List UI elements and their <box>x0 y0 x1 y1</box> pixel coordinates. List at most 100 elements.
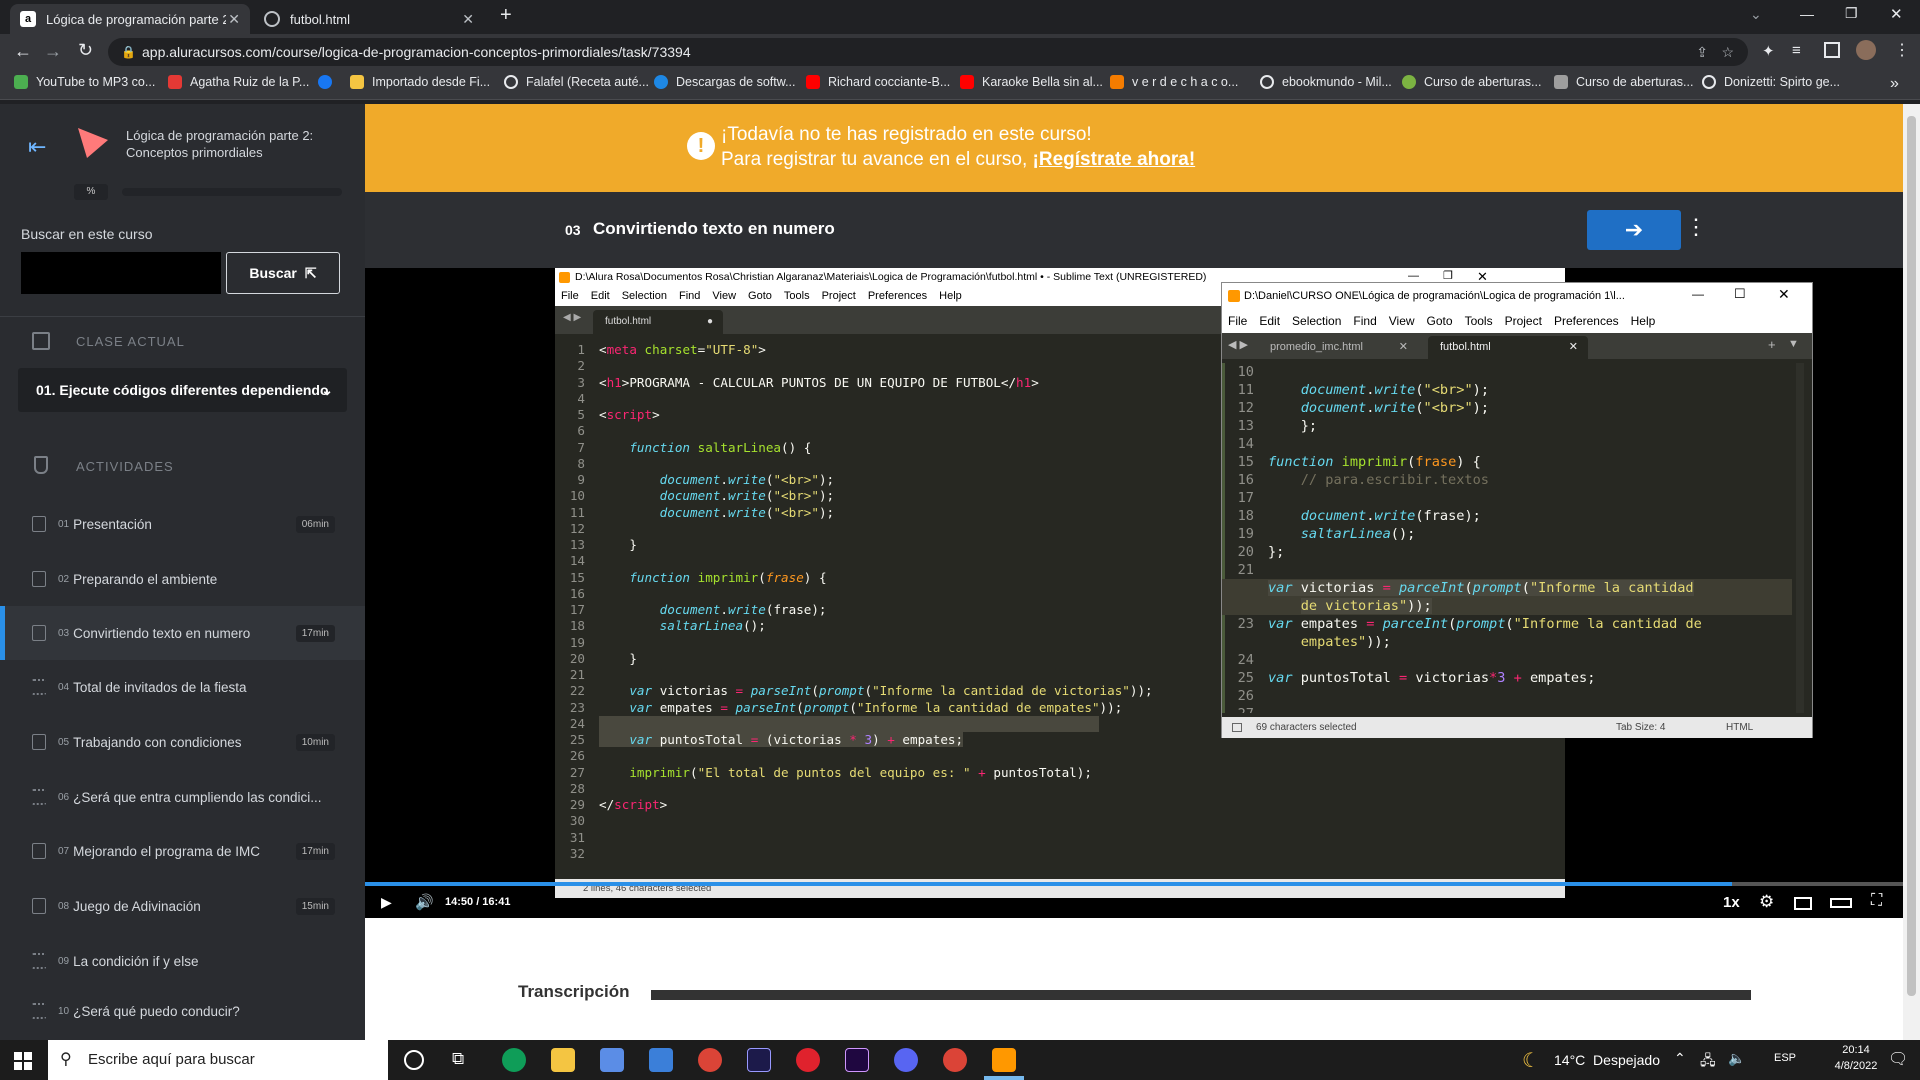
bookmark-item[interactable]: Curso de aberturas... <box>1554 75 1693 89</box>
menu-item[interactable]: Preferences <box>1554 309 1619 333</box>
taskbar-search-input[interactable]: ⚲ Escribe aquí para buscar <box>48 1040 388 1080</box>
cortana-icon[interactable] <box>404 1050 424 1070</box>
menu-item[interactable]: Help <box>1631 309 1656 333</box>
play-icon[interactable]: ▶ <box>381 894 392 911</box>
menu-item[interactable]: View <box>712 287 736 306</box>
weather-text[interactable]: 14°C Despejado <box>1554 1052 1660 1068</box>
chrome-icon[interactable] <box>698 1048 722 1072</box>
fullscreen-icon[interactable]: ⛶ <box>1871 892 1882 910</box>
editor-tab-active[interactable]: futbol.html ✕ <box>1428 336 1588 359</box>
volume-icon[interactable]: 🔊 <box>415 893 434 911</box>
bookmark-item[interactable]: Descargas de softw... <box>654 75 796 89</box>
windows-start-icon[interactable] <box>14 1052 32 1070</box>
menu-item[interactable]: Goto <box>1427 309 1453 333</box>
video-player[interactable]: D:\Alura Rosa\Documentos Rosa\Christian … <box>365 268 1903 918</box>
more-bookmarks-icon[interactable]: » <box>1890 75 1899 93</box>
menu-item[interactable]: Edit <box>591 287 610 306</box>
page-scrollbar[interactable] <box>1903 104 1920 1040</box>
after-effects-icon[interactable] <box>845 1048 869 1072</box>
bookmark-item[interactable]: ebookmundo - Mil... <box>1260 75 1392 89</box>
theater-mode-icon[interactable] <box>1830 898 1852 908</box>
restore-icon[interactable]: ❐ <box>1443 269 1453 282</box>
menu-item[interactable]: Find <box>679 287 700 306</box>
menu-item[interactable]: Project <box>1505 309 1542 333</box>
menu-item[interactable]: Project <box>822 287 856 306</box>
bookmark-item[interactable]: YouTube to MP3 co... <box>14 75 155 89</box>
maximize-icon[interactable]: ☐ <box>1734 286 1746 302</box>
picture-in-picture-icon[interactable] <box>1794 897 1812 910</box>
bookmark-item[interactable]: Karaoke Bella sin al... <box>960 75 1103 89</box>
bookmark-item[interactable] <box>318 75 340 89</box>
next-lesson-button[interactable]: ➔ <box>1587 210 1681 250</box>
sublime-text-icon[interactable] <box>992 1048 1016 1072</box>
code-area-2[interactable]: 10111213141516171819202122 23 2425262728… <box>1222 363 1792 713</box>
menu-item[interactable]: Selection <box>1292 309 1341 333</box>
new-tab-icon[interactable]: + <box>1768 337 1776 352</box>
close-tab-icon[interactable]: ✕ <box>1399 336 1408 359</box>
network-icon[interactable]: 🖧 <box>1700 1050 1716 1074</box>
activity-item[interactable]: 05 Trabajando con condiciones 10min <box>0 715 365 769</box>
menu-item[interactable]: File <box>1228 309 1247 333</box>
panel-toggle-icon[interactable] <box>1232 723 1242 732</box>
tab-dropdown-icon[interactable]: ▼ <box>1788 338 1799 350</box>
activity-item[interactable]: 02 Preparando el ambiente <box>0 552 365 606</box>
menu-item[interactable]: Edit <box>1259 309 1280 333</box>
current-class-dropdown[interactable]: 01. Ejecute códigos diferentes dependien… <box>18 368 347 412</box>
mail-icon[interactable] <box>649 1048 673 1072</box>
bookmark-star-icon[interactable]: ☆ <box>1721 38 1734 66</box>
playback-speed[interactable]: 1x <box>1723 894 1740 911</box>
premiere-icon[interactable] <box>747 1048 771 1072</box>
volume-tray-icon[interactable]: 🔈 <box>1728 1050 1745 1067</box>
menu-item[interactable]: Tools <box>1465 309 1493 333</box>
opera-icon[interactable] <box>796 1048 820 1072</box>
url-bar[interactable]: 🔒 app.aluracursos.com/course/logica-de-p… <box>108 38 1748 66</box>
tab-nav-arrows-icon[interactable]: ◀ ▶ <box>1228 338 1248 351</box>
extensions-icon[interactable]: ✦ <box>1762 42 1775 60</box>
file-explorer-icon[interactable] <box>551 1048 575 1072</box>
notifications-icon[interactable]: 🗨 <box>1888 1049 1908 1069</box>
reload-icon[interactable]: ↻ <box>78 40 93 61</box>
browser-tab[interactable]: futbol.html ✕ <box>254 4 484 34</box>
share-icon[interactable]: ⇪ <box>1696 38 1708 66</box>
activity-item[interactable]: 01 Presentación 06min <box>0 497 365 551</box>
minimize-icon[interactable]: — <box>1692 287 1704 301</box>
bookmark-item[interactable]: Richard cocciante-B... <box>806 75 950 89</box>
discord-icon[interactable] <box>894 1048 918 1072</box>
activity-item[interactable]: 04 Total de invitados de la fiesta <box>0 660 365 714</box>
back-arrow-icon[interactable]: ← <box>14 41 32 62</box>
menu-item[interactable]: Selection <box>622 287 667 306</box>
activity-item[interactable]: 08 Juego de Adivinación 15min <box>0 879 365 933</box>
activity-item[interactable]: 07 Mejorando el programa de IMC 17min <box>0 824 365 878</box>
activity-item[interactable]: 06 ¿Será que entra cumpliendo las condici… <box>0 770 365 824</box>
clock-time[interactable]: 20:14 <box>1828 1044 1884 1056</box>
minimize-icon[interactable]: — <box>1408 270 1419 282</box>
search-button[interactable]: Buscar ⇱ <box>226 252 340 294</box>
close-window-button[interactable]: ✕ <box>1890 5 1903 23</box>
profile-avatar[interactable] <box>1856 40 1876 60</box>
media-controls-icon[interactable]: ≡ <box>1792 42 1801 59</box>
forward-arrow-icon[interactable]: → <box>44 41 62 62</box>
lesson-menu-icon[interactable]: ⋮ <box>1685 214 1707 240</box>
bookmark-item[interactable]: Importado desde Fi... <box>350 75 490 89</box>
close-tab-icon[interactable]: ✕ <box>228 11 240 28</box>
edge-icon[interactable] <box>502 1048 526 1072</box>
task-view-icon[interactable]: ⧉ <box>452 1049 464 1069</box>
store-icon[interactable] <box>600 1048 624 1072</box>
tab-search-icon[interactable]: ⌄ <box>1750 6 1762 23</box>
activity-item[interactable]: 09 La condición if y else <box>0 934 365 988</box>
page-scrollbar-thumb[interactable] <box>1907 116 1916 996</box>
minimize-window-button[interactable]: — <box>1800 6 1814 22</box>
menu-item[interactable]: Goto <box>748 287 772 306</box>
bookmark-item[interactable]: Curso de aberturas... <box>1402 75 1541 89</box>
editor-tab[interactable]: promedio_imc.html ✕ <box>1258 336 1418 359</box>
settings-gear-icon[interactable]: ⚙ <box>1759 892 1774 912</box>
chrome-menu-icon[interactable]: ⋮ <box>1894 40 1910 60</box>
menu-item[interactable]: Find <box>1353 309 1376 333</box>
minimap[interactable] <box>1728 365 1788 445</box>
menu-item[interactable]: File <box>561 287 579 306</box>
side-panel-icon[interactable] <box>1824 42 1840 58</box>
activity-item[interactable]: 10 ¿Será qué puedo conducir? <box>0 984 365 1038</box>
tab-size[interactable]: Tab Size: 4 <box>1616 717 1665 738</box>
menu-item[interactable]: Help <box>939 287 962 306</box>
video-progress-track[interactable] <box>365 882 1903 886</box>
